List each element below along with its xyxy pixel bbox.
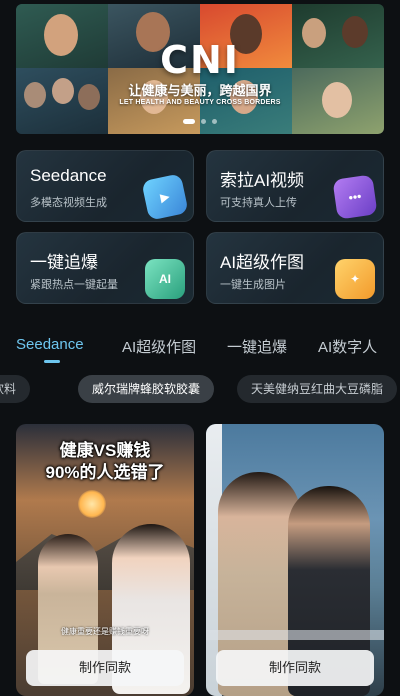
- banner-photo: [292, 68, 384, 134]
- banner-photo: [16, 4, 108, 68]
- feature-title: AI超级作图: [220, 253, 305, 272]
- feature-subtitle: 可支持真人上传: [220, 197, 297, 209]
- chip-item[interactable]: 天美健纳豆红曲大豆磷脂: [237, 375, 398, 403]
- feature-title: 一键追爆: [30, 253, 98, 272]
- feature-card-trend-chase[interactable]: 一键追爆 紧跟热点一键起量 AI: [16, 232, 194, 304]
- ai-hot-icon: AI: [145, 259, 185, 299]
- banner-slogan: 让健康与美丽，跨越国界: [128, 83, 272, 98]
- feature-subtitle: 多模态视频生成: [30, 197, 107, 209]
- banner-photo: [16, 68, 108, 134]
- banner-logo: CNI: [160, 38, 240, 82]
- sunset-sun: [78, 490, 106, 518]
- ship-railing: [206, 630, 384, 640]
- tab-ai-digital-human[interactable]: AI数字人: [318, 336, 377, 357]
- banner-pagination: [16, 119, 384, 124]
- promo-banner[interactable]: CNI 让健康与美丽，跨越国界 LET HEALTH AND BEAUTY CR…: [16, 4, 384, 134]
- feature-subtitle: 一键生成图片: [220, 279, 286, 291]
- make-same-button[interactable]: 制作同款: [216, 650, 374, 686]
- feature-card-sora-video[interactable]: 索拉AI视频 可支持真人上传 •••: [206, 150, 384, 222]
- pagination-dot: [212, 119, 217, 124]
- active-tab-indicator: [44, 360, 60, 363]
- ai-hot-icon-label: AI: [159, 272, 171, 286]
- template-caption: 健康重要还是赚钱重要呀: [61, 627, 149, 636]
- ai-draw-icon: ✦: [335, 259, 375, 299]
- sora-icon: •••: [332, 174, 378, 220]
- banner-subtitle: LET HEALTH AND BEAUTY CROSS BORDERS: [119, 99, 281, 106]
- chip-label: 饮料: [0, 382, 17, 396]
- feature-title: 索拉AI视频: [220, 171, 305, 190]
- tab-seedance[interactable]: Seedance: [16, 336, 84, 353]
- chip-item-active[interactable]: 威尔瑞牌蜂胶软胶囊: [78, 375, 215, 403]
- make-same-button[interactable]: 制作同款: [26, 650, 184, 686]
- tab-trend-chase[interactable]: 一键追爆: [227, 336, 287, 357]
- seedance-icon: ▶: [141, 173, 189, 221]
- category-tabs: Seedance AI超级作图 一键追爆 AI数字人: [0, 334, 400, 364]
- chip-item[interactable]: 饮料: [0, 375, 31, 403]
- pagination-dot: [201, 119, 206, 124]
- template-title-line2: 90%的人选错了: [45, 463, 165, 482]
- feature-card-ai-draw[interactable]: AI超级作图 一键生成图片 ✦: [206, 232, 384, 304]
- pagination-dot-active: [183, 119, 195, 124]
- template-card[interactable]: 健康VS赚钱 90%的人选错了 健康重要还是赚钱重要呀 制作同款: [16, 424, 194, 696]
- feature-card-seedance[interactable]: Seedance 多模态视频生成 ▶: [16, 150, 194, 222]
- product-chips: 饮料 威尔瑞牌蜂胶软胶囊 天美健纳豆红曲大豆磷脂: [0, 375, 400, 405]
- template-card[interactable]: 制作同款: [206, 424, 384, 696]
- feature-subtitle: 紧跟热点一键起量: [30, 279, 118, 291]
- tab-ai-draw[interactable]: AI超级作图: [122, 336, 196, 357]
- banner-photo: [292, 4, 384, 68]
- feature-title: Seedance: [30, 166, 107, 185]
